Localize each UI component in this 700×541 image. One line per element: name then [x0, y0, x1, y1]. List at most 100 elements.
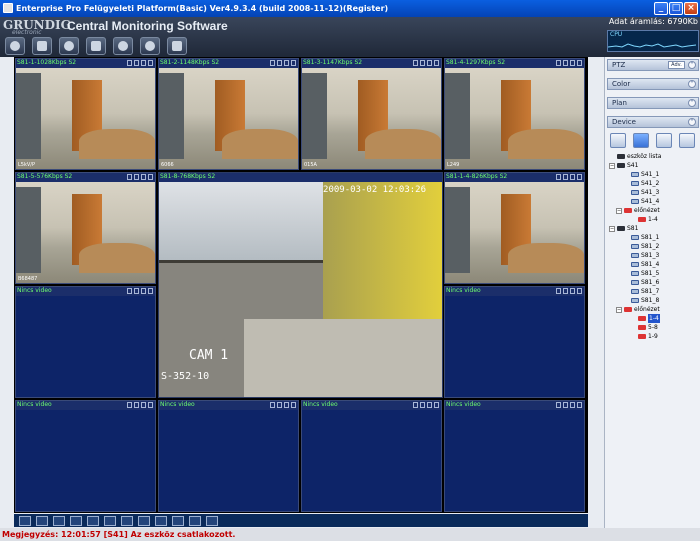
video-cell[interactable]: Nincs video: [158, 400, 299, 512]
cell-controls[interactable]: [413, 60, 439, 66]
cell-controls[interactable]: [556, 288, 582, 294]
cell-label: S81-2-1148Kbps S2: [160, 59, 220, 66]
chevron-down-icon[interactable]: ˅: [688, 61, 696, 69]
tree-node[interactable]: S81_1: [609, 233, 700, 242]
video-cell[interactable]: Nincs video: [15, 400, 156, 512]
tree-node[interactable]: S81_2: [609, 242, 700, 251]
layout-single-icon[interactable]: [53, 515, 65, 526]
layout-1p5-icon[interactable]: [104, 515, 116, 526]
maximize-button[interactable]: □: [669, 2, 683, 15]
sequence-icon[interactable]: [206, 515, 218, 526]
layout-custom-icon[interactable]: [155, 515, 167, 526]
chevron-up-icon[interactable]: ˄: [688, 118, 696, 126]
layout-1x1-icon[interactable]: [19, 515, 31, 526]
tree-node[interactable]: eszköz lista: [609, 152, 700, 161]
cell-controls[interactable]: [127, 174, 153, 180]
record-icon[interactable]: [189, 515, 201, 526]
collapse-icon[interactable]: −: [616, 306, 622, 313]
cell-controls[interactable]: [270, 60, 296, 66]
layout-1p7-icon[interactable]: [138, 515, 150, 526]
tree-node[interactable]: S41_4: [609, 197, 700, 206]
list-icon[interactable]: [679, 133, 695, 148]
chevron-down-icon[interactable]: ˅: [688, 80, 696, 88]
tree-node[interactable]: 1-4: [609, 215, 700, 224]
chevron-down-icon[interactable]: ˅: [688, 99, 696, 107]
tree-node[interactable]: − S41: [609, 161, 700, 170]
tree-node[interactable]: 1-9: [609, 332, 700, 341]
layout-2x2-icon[interactable]: [70, 515, 82, 526]
tree-node[interactable]: − S81: [609, 224, 700, 233]
tree-node-label: S81_4: [641, 261, 660, 268]
document-icon[interactable]: [656, 133, 672, 148]
collapse-icon[interactable]: −: [616, 207, 622, 214]
tree-node[interactable]: S81_6: [609, 278, 700, 287]
tree-node-label: S41_1: [641, 171, 660, 178]
device-section[interactable]: Device ˄: [607, 116, 699, 128]
fullscreen-icon[interactable]: [36, 515, 48, 526]
video-cell[interactable]: S81-4-1297Kbps S2 L249: [444, 58, 585, 170]
minimize-button[interactable]: _: [654, 2, 668, 15]
tree-node-label: S81_3: [641, 252, 660, 259]
video-cell[interactable]: Nincs video: [301, 400, 442, 512]
cell-controls[interactable]: [556, 402, 582, 408]
ptz-section[interactable]: PTZ Adv. ˅: [607, 59, 699, 71]
tree-node[interactable]: − előnézet: [609, 206, 700, 215]
tree-node[interactable]: S41_2: [609, 179, 700, 188]
color-section[interactable]: Color ˅: [607, 78, 699, 90]
layout-3x3-icon[interactable]: [87, 515, 99, 526]
camera-icon: [631, 262, 639, 267]
grid-icon[interactable]: [167, 37, 187, 55]
video-cell[interactable]: Nincs video: [444, 400, 585, 512]
video-cell[interactable]: S81-1-4-826Kbps S2: [444, 172, 585, 284]
video-cell[interactable]: S81-1-1028Kbps S2 L5kV/P: [15, 58, 156, 170]
tree-node[interactable]: 5-8: [609, 323, 700, 332]
globe-icon[interactable]: [113, 37, 133, 55]
cell-overlay-text: L5kV/P: [18, 162, 35, 168]
close-button[interactable]: ×: [684, 2, 698, 15]
tree-node[interactable]: S81_4: [609, 260, 700, 269]
tree-node[interactable]: S81_5: [609, 269, 700, 278]
video-cell[interactable]: S81-3-1147Kbps S2 015A: [301, 58, 442, 170]
collapse-icon[interactable]: −: [609, 225, 615, 232]
collapse-icon[interactable]: −: [609, 162, 615, 169]
search-icon[interactable]: [59, 37, 79, 55]
tree-node[interactable]: S41_3: [609, 188, 700, 197]
ptz-adv-button[interactable]: Adv.: [668, 61, 685, 69]
video-cell[interactable]: Nincs video: [15, 286, 156, 398]
tree-node[interactable]: S41_1: [609, 170, 700, 179]
cell-controls[interactable]: [127, 60, 153, 66]
tree-node[interactable]: S81_8: [609, 296, 700, 305]
app-window: Enterprise Pro Felügyeleti Platform(Basi…: [0, 0, 700, 541]
tree-node[interactable]: 1-4: [609, 314, 700, 323]
tree-node-label: előnézet: [634, 207, 660, 214]
video-cell[interactable]: Nincs video: [444, 286, 585, 398]
camera-icon: [631, 172, 639, 177]
eye-icon[interactable]: [5, 37, 25, 55]
video-cell[interactable]: S81-2-1148Kbps S2 6066: [158, 58, 299, 170]
tree-node[interactable]: S81_3: [609, 251, 700, 260]
tree-node[interactable]: − előnézet: [609, 305, 700, 314]
cell-controls[interactable]: [127, 288, 153, 294]
tree-node-label: S41_4: [641, 198, 660, 205]
cell-controls[interactable]: [556, 174, 582, 180]
tree-node[interactable]: S81_7: [609, 287, 700, 296]
network-icon[interactable]: [633, 133, 649, 148]
gear-icon[interactable]: [140, 37, 160, 55]
cpu-line: [608, 43, 697, 48]
status-text: Megjegyzés: 12:01:57 [S41] Az eszköz csa…: [2, 530, 236, 539]
camera-icon: [631, 298, 639, 303]
snapshot-icon[interactable]: [172, 515, 184, 526]
video-cell[interactable]: S81-5-576Kbps S2 B68487: [15, 172, 156, 284]
folder-icon[interactable]: [610, 133, 626, 148]
monitor-icon[interactable]: [32, 37, 52, 55]
cell-controls[interactable]: [127, 402, 153, 408]
cell-controls[interactable]: [556, 60, 582, 66]
cell-controls[interactable]: [270, 402, 296, 408]
device-tools: [610, 133, 695, 148]
video-cell-large[interactable]: S81-8-768Kbps S2 2009-03-02 12:03:26 CAM 1…: [158, 172, 443, 398]
save-icon[interactable]: [86, 37, 106, 55]
layout-4x4-icon[interactable]: [121, 515, 133, 526]
data-rate: Adat áramlás: 6790Kb: [608, 17, 698, 26]
plan-section[interactable]: Plan ˅: [607, 97, 699, 109]
cell-controls[interactable]: [413, 402, 439, 408]
